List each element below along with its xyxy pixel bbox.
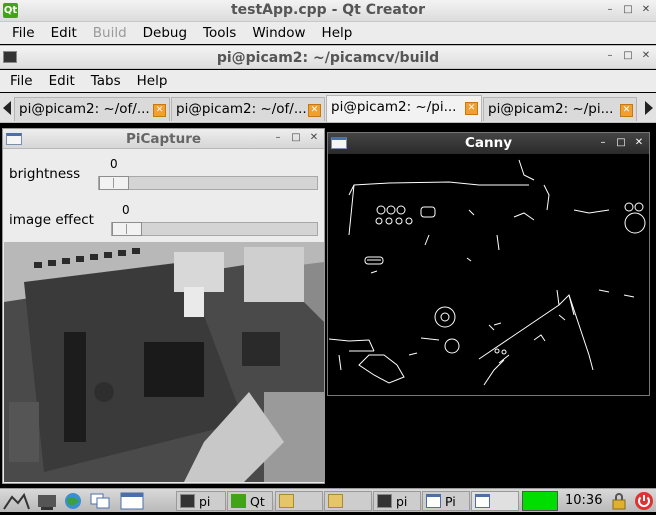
menu-help[interactable]: Help xyxy=(314,25,361,41)
tab-close-icon[interactable]: ✕ xyxy=(308,104,321,117)
terminal-icon xyxy=(3,51,17,63)
canny-window: Canny – □ ✕ xyxy=(327,132,650,396)
close-icon[interactable]: ✕ xyxy=(308,131,320,145)
show-windows-icon[interactable] xyxy=(118,491,146,511)
terminal-tab-label: pi@picam2: ~/pi... xyxy=(331,99,457,115)
scroll-right-arrow-icon[interactable] xyxy=(645,101,653,115)
maximize-icon[interactable]: □ xyxy=(290,131,302,145)
terminal-tab[interactable]: pi@picam2: ~/of/... ✕ xyxy=(171,97,325,121)
image-effect-slider-handle[interactable] xyxy=(112,222,142,236)
menu-debug[interactable]: Debug xyxy=(135,25,195,41)
folder-icon xyxy=(328,494,343,508)
terminal-tabbar: pi@picam2: ~/of/... ✕ pi@picam2: ~/of/..… xyxy=(0,93,656,123)
terminal-menubar: File Edit Tabs Help xyxy=(0,70,656,92)
menu-edit[interactable]: Edit xyxy=(43,25,85,41)
taskbar-item-folder[interactable] xyxy=(324,491,372,511)
brightness-slider[interactable] xyxy=(98,176,318,190)
taskbar-item-canny[interactable] xyxy=(471,491,519,511)
terminal-tab[interactable]: pi@picam2: ~/pi... ✕ xyxy=(483,97,637,121)
taskbar-item-qt-creator[interactable]: Qt xyxy=(227,491,273,511)
taskbar: pi Qt pi Pi 10:36 xyxy=(0,488,656,512)
qt-window-title: testApp.cpp - Qt Creator xyxy=(230,2,426,18)
terminal-tab-label: pi@picam2: ~/of/... xyxy=(19,101,150,117)
close-icon[interactable]: ✕ xyxy=(633,136,645,150)
minimize-icon[interactable]: – xyxy=(597,136,609,150)
terminal-titlebar[interactable]: pi@picam2: ~/picamcv/build – □ ✕ xyxy=(0,45,656,69)
terminal-tab-label: pi@picam2: ~/pi... xyxy=(488,101,614,117)
terminal-tab-label: pi@picam2: ~/of/... xyxy=(176,101,307,117)
canny-edge-image xyxy=(329,159,646,386)
terminal-menu-tabs[interactable]: Tabs xyxy=(83,73,129,89)
picapture-titlebar[interactable]: PiCapture – □ ✕ xyxy=(3,129,324,149)
terminal-window-title: pi@picam2: ~/picamcv/build xyxy=(216,50,440,66)
browser-icon[interactable] xyxy=(62,491,84,511)
terminal-icon xyxy=(180,494,195,508)
close-icon[interactable]: ✕ xyxy=(640,49,652,63)
terminal-tab[interactable]: pi@picam2: ~/of/... ✕ xyxy=(14,97,170,121)
terminal-tab-active[interactable]: pi@picam2: ~/pi... ✕ xyxy=(326,95,482,122)
qt-creator-icon xyxy=(231,494,246,508)
qt-creator-titlebar[interactable]: Qt testApp.cpp - Qt Creator – □ ✕ xyxy=(0,0,656,22)
taskbar-item-label: pi xyxy=(199,494,211,509)
taskbar-item-picapture[interactable]: Pi xyxy=(422,491,470,511)
menu-build[interactable]: Build xyxy=(85,25,135,41)
menu-tools[interactable]: Tools xyxy=(195,25,244,41)
power-icon[interactable] xyxy=(634,491,654,511)
taskbar-item-label: Qt xyxy=(250,494,265,509)
taskbar-item-folder[interactable] xyxy=(275,491,323,511)
image-effect-value: 0 xyxy=(122,203,130,217)
folder-icon xyxy=(279,494,294,508)
brightness-label: brightness xyxy=(9,166,81,182)
maximize-icon[interactable]: □ xyxy=(622,49,634,63)
terminal-menu-file[interactable]: File xyxy=(2,73,41,89)
tab-close-icon[interactable]: ✕ xyxy=(465,102,478,115)
clock[interactable]: 10:36 xyxy=(565,493,602,508)
maximize-icon[interactable]: □ xyxy=(615,136,627,150)
start-menu-icon[interactable] xyxy=(2,491,30,511)
window-switcher-icon[interactable] xyxy=(88,491,112,511)
minimize-icon[interactable]: – xyxy=(604,3,616,17)
menu-file[interactable]: File xyxy=(4,25,43,41)
camera-preview-image xyxy=(4,242,324,482)
taskbar-item-label: Pi xyxy=(445,494,456,509)
minimize-icon[interactable]: – xyxy=(604,49,616,63)
terminal-menu-edit[interactable]: Edit xyxy=(41,73,83,89)
lock-screen-icon[interactable] xyxy=(610,491,628,511)
terminal-icon xyxy=(377,494,392,508)
picapture-window: PiCapture – □ ✕ brightness 0 image effec… xyxy=(2,128,325,484)
desktop-icon[interactable] xyxy=(36,491,58,511)
brightness-value: 0 xyxy=(110,157,118,171)
canny-titlebar[interactable]: Canny – □ ✕ xyxy=(328,133,649,154)
qt-menubar: File Edit Build Debug Tools Window Help xyxy=(0,22,656,44)
menu-window[interactable]: Window xyxy=(244,25,313,41)
window-icon xyxy=(475,494,490,508)
window-icon xyxy=(426,494,441,508)
brightness-slider-handle[interactable] xyxy=(99,176,129,190)
minimize-icon[interactable]: – xyxy=(272,131,284,145)
tab-close-icon[interactable]: ✕ xyxy=(620,104,633,117)
tab-close-icon[interactable]: ✕ xyxy=(153,104,166,117)
scroll-left-arrow-icon[interactable] xyxy=(3,101,11,115)
image-effect-label: image effect xyxy=(9,212,94,228)
terminal-menu-help[interactable]: Help xyxy=(129,73,176,89)
maximize-icon[interactable]: □ xyxy=(622,3,634,17)
taskbar-item-terminal[interactable]: pi xyxy=(373,491,421,511)
taskbar-item-terminal[interactable]: pi xyxy=(176,491,226,511)
cpu-monitor[interactable] xyxy=(522,491,558,511)
close-icon[interactable]: ✕ xyxy=(640,3,652,17)
image-effect-slider[interactable] xyxy=(111,222,318,236)
taskbar-item-label: pi xyxy=(396,494,408,509)
